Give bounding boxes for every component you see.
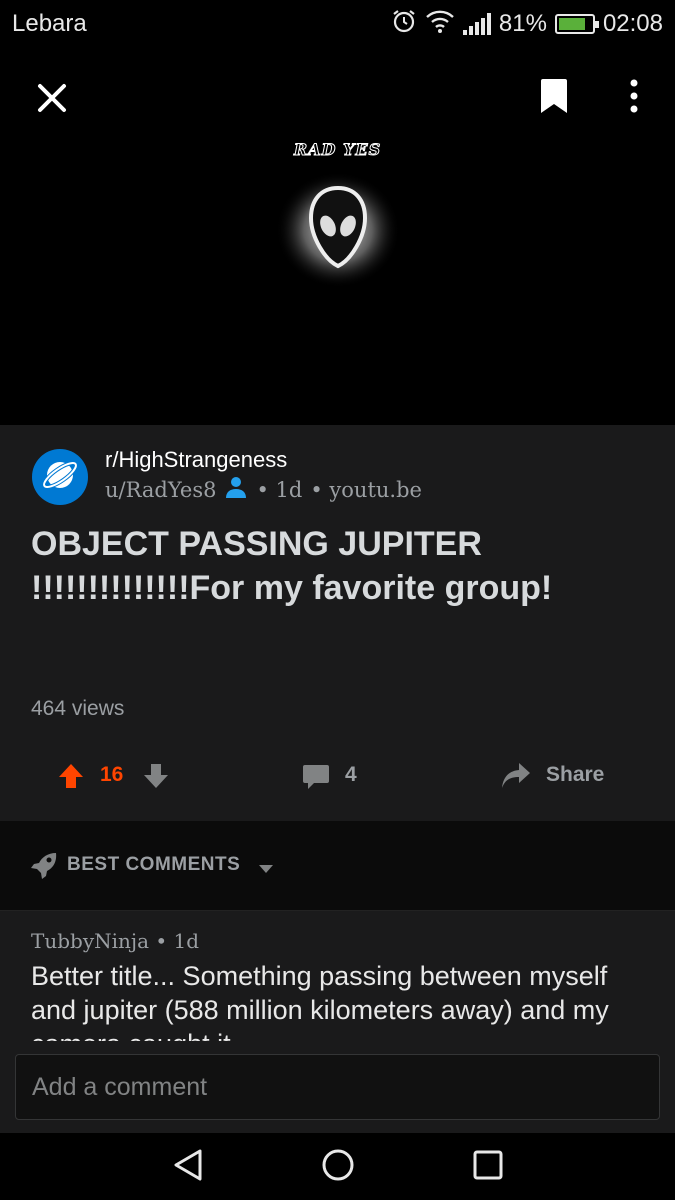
downvote-arrow-icon [143, 764, 169, 793]
share-button[interactable] [500, 761, 532, 796]
subreddit-link[interactable]: r/HighStrangeness [105, 447, 287, 473]
wifi-icon [425, 8, 455, 41]
carrier-name: Lebara [12, 10, 87, 37]
add-comment-input[interactable] [16, 1055, 659, 1119]
post-age: • 1d [256, 477, 303, 502]
subreddit-avatar[interactable] [32, 449, 88, 505]
rocket-icon [30, 851, 58, 884]
downvote-button[interactable] [143, 763, 169, 794]
save-button[interactable] [530, 74, 578, 122]
share-arrow-icon [500, 763, 532, 795]
upvote-arrow-icon [58, 764, 84, 793]
planet-icon [40, 455, 80, 500]
comment-author[interactable]: TubbyNinja [31, 929, 149, 953]
alien-logo [276, 172, 400, 288]
battery-percent: 81% [498, 10, 547, 37]
comment-age: • 1d [155, 929, 200, 953]
home-button[interactable] [318, 1147, 358, 1187]
comment-list: TubbyNinja • 1d Better title... Somethin… [0, 911, 675, 1041]
close-icon [37, 83, 67, 118]
signal-icon [462, 13, 491, 35]
comment-composer-bar [0, 1041, 675, 1133]
more-options-button[interactable] [610, 74, 658, 122]
alarm-icon [391, 8, 417, 41]
post-actions: 16 4 Share [0, 755, 675, 797]
recents-button[interactable] [468, 1147, 508, 1187]
close-button[interactable] [28, 76, 76, 124]
clock: 02:08 [602, 10, 663, 37]
video-preview[interactable]: RAD YES [0, 48, 675, 425]
comment-bubble-icon [302, 765, 330, 795]
upvote-button[interactable] [58, 763, 84, 794]
view-count: 464 views [31, 697, 125, 720]
chevron-down-icon[interactable] [258, 861, 274, 879]
recents-icon [473, 1150, 503, 1185]
post-meta: u/RadYes8 • 1d • youtu.be [105, 475, 422, 504]
post-domain[interactable]: • youtu.be [310, 478, 422, 502]
comments-button[interactable] [302, 763, 330, 796]
status-icons: 81% 02:08 [391, 8, 663, 40]
status-bar: Lebara 81% 02:08 [0, 0, 675, 48]
more-vertical-icon [629, 79, 639, 118]
system-nav-bar [0, 1133, 675, 1200]
sort-label[interactable]: BEST COMMENTS [67, 854, 240, 876]
author-link[interactable]: u/RadYes8 [105, 478, 216, 502]
back-icon [172, 1148, 204, 1187]
comment-meta: TubbyNinja • 1d [31, 929, 199, 953]
video-brand-text: RAD YES [293, 140, 382, 160]
post-card: r/HighStrangeness u/RadYes8 • 1d • youtu… [0, 425, 675, 821]
bookmark-icon [539, 78, 569, 119]
battery-icon [554, 14, 599, 34]
share-label[interactable]: Share [546, 763, 604, 787]
user-icon [224, 475, 248, 504]
vote-score: 16 [100, 763, 124, 786]
comment-count[interactable]: 4 [345, 763, 357, 787]
comment-body[interactable]: Better title... Something passing betwee… [31, 959, 646, 1041]
comment-sort-bar[interactable]: BEST COMMENTS [0, 821, 675, 911]
home-icon [321, 1148, 355, 1187]
post-title[interactable]: OBJECT PASSING JUPITER !!!!!!!!!!!!!!For… [31, 522, 646, 610]
back-button[interactable] [168, 1147, 208, 1187]
comment-composer[interactable] [15, 1054, 660, 1120]
